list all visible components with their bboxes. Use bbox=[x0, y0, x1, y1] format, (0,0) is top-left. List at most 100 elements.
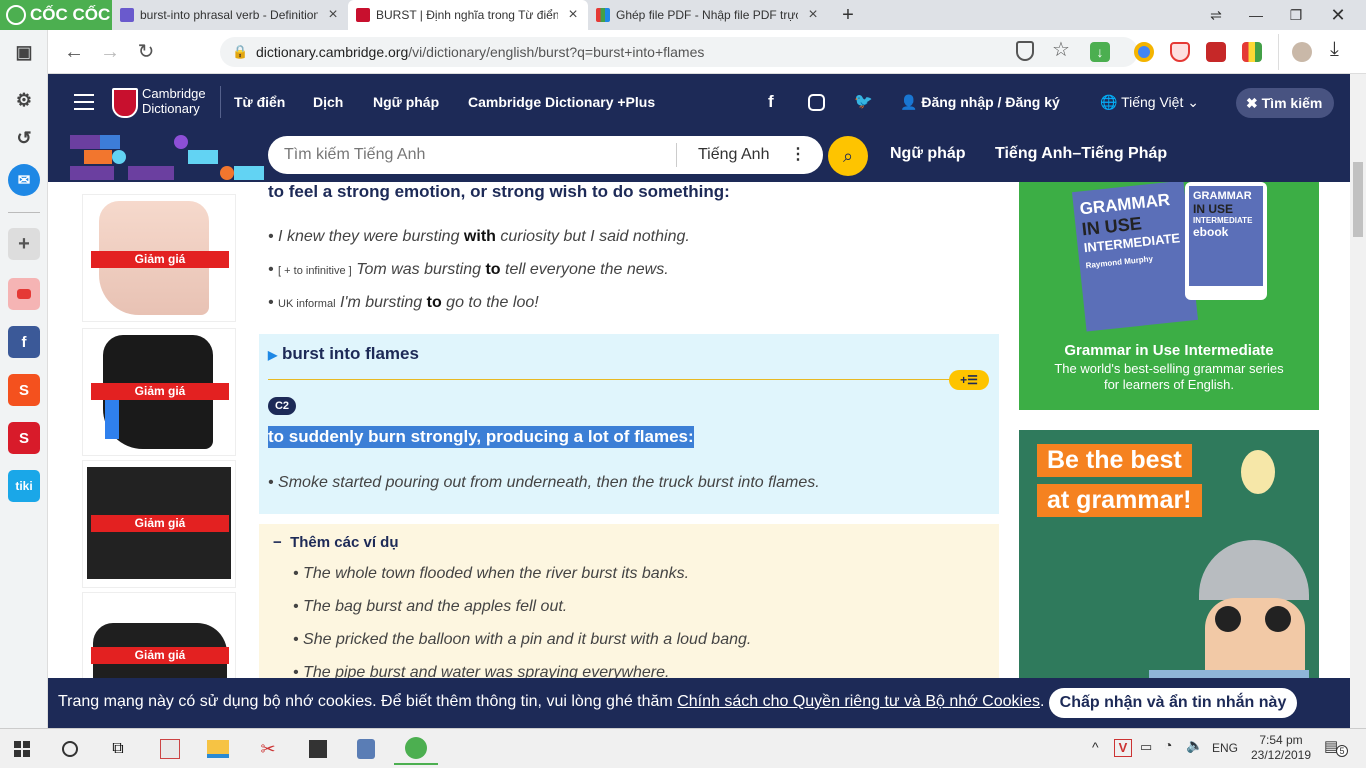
privacy-policy-link[interactable]: Chính sách cho Quyền riêng tư và Bộ nhớ … bbox=[677, 693, 1040, 710]
phrase-title[interactable]: ▶ burst into flames bbox=[268, 344, 419, 364]
sendo-icon[interactable]: S bbox=[8, 422, 40, 454]
download-icon[interactable]: ⤓ bbox=[1330, 38, 1339, 61]
search-box[interactable]: Tìm kiếm Tiếng Anh Tiếng Anh ⋮ bbox=[268, 136, 823, 174]
tab-burst-into-phrasal-verb[interactable]: burst-into phrasal verb - Definition × bbox=[112, 0, 348, 30]
grammar-banner-ad[interactable]: Be the best at grammar! bbox=[1019, 430, 1319, 678]
snipping-tool-icon[interactable]: ✂ bbox=[246, 733, 290, 765]
instagram-icon[interactable] bbox=[808, 94, 825, 111]
notification-icon[interactable]: ▤ 5 bbox=[1324, 737, 1348, 757]
user-icon: 👤 bbox=[900, 94, 922, 110]
shield-icon[interactable] bbox=[1016, 41, 1034, 61]
forward-icon[interactable]: → bbox=[92, 30, 128, 74]
shopee-icon[interactable]: S bbox=[8, 374, 40, 406]
shoe-ad-4[interactable]: Giảm giá bbox=[82, 592, 236, 678]
nav-dich[interactable]: Dịch bbox=[313, 74, 343, 130]
sidebar-toggle-icon[interactable]: ▣ bbox=[8, 36, 40, 68]
search-bar-row: Tìm kiếm Tiếng Anh Tiếng Anh ⋮ ⌕ Ngữ phá… bbox=[48, 130, 1350, 182]
search-input[interactable]: Tìm kiếm Tiếng Anh bbox=[284, 136, 425, 174]
colander-helmet bbox=[1199, 540, 1309, 600]
back-icon[interactable]: ← bbox=[56, 30, 92, 74]
network-icon[interactable]: ▭ bbox=[1140, 739, 1152, 755]
messenger-icon[interactable]: ✉ bbox=[8, 164, 40, 196]
more-options-icon[interactable]: ⋮ bbox=[790, 136, 806, 174]
close-window-icon[interactable]: ✕ bbox=[1318, 0, 1358, 30]
address-bar[interactable]: 🔒 dictionary.cambridge.org/vi/dictionary… bbox=[220, 37, 1138, 67]
scrollbar-thumb[interactable] bbox=[1353, 162, 1363, 237]
download-extension-icon[interactable]: ↓ bbox=[1090, 42, 1110, 62]
adblock-icon[interactable] bbox=[1170, 42, 1190, 62]
volume-icon[interactable]: 🔈 bbox=[1186, 737, 1203, 754]
chevron-up-icon[interactable]: ^ bbox=[1092, 739, 1099, 755]
clock[interactable]: 7:54 pm 23/12/2019 bbox=[1250, 733, 1312, 763]
more-examples-toggle[interactable]: − Thêm các ví dụ bbox=[273, 534, 398, 551]
grammar-book-ad[interactable]: GRAMMAR IN USE INTERMEDIATE Raymond Murp… bbox=[1019, 182, 1319, 410]
accept-cookies-button[interactable]: Chấp nhận và ẩn tin nhắn này bbox=[1049, 688, 1297, 718]
close-tab-icon[interactable]: × bbox=[804, 6, 822, 24]
sticky-notes-icon[interactable] bbox=[296, 733, 340, 765]
cambridge-shield-icon bbox=[112, 88, 138, 118]
phrase-example: • Smoke started pouring out from underne… bbox=[268, 474, 820, 491]
subnav-ngu-phap[interactable]: Ngữ pháp bbox=[890, 130, 966, 182]
shoe-ad-3[interactable]: Giảm giá bbox=[82, 460, 236, 588]
new-tab-button[interactable]: + bbox=[828, 0, 868, 30]
scrollbar[interactable] bbox=[1350, 74, 1366, 728]
more-example-4: • The pipe burst and water was spraying … bbox=[293, 664, 670, 678]
chrome-extension-icon[interactable] bbox=[1134, 42, 1154, 62]
search-toggle-button[interactable]: ✖ Tìm kiếm bbox=[1236, 88, 1334, 118]
youtube-icon[interactable] bbox=[8, 278, 40, 310]
hamburger-icon[interactable] bbox=[74, 94, 94, 110]
reload-icon[interactable]: ↻ bbox=[128, 30, 164, 74]
history-icon[interactable]: ↺ bbox=[8, 122, 40, 154]
tiki-icon[interactable]: tiki bbox=[8, 470, 40, 502]
nav-tu-dien[interactable]: Từ điển bbox=[234, 74, 285, 130]
windows-start-icon[interactable] bbox=[0, 733, 44, 765]
facebook-icon[interactable]: f bbox=[768, 74, 774, 130]
app-icon[interactable] bbox=[148, 733, 192, 765]
tab-menu-icon[interactable]: ⇌ bbox=[1196, 0, 1236, 30]
search-icon[interactable]: ⌕ bbox=[828, 136, 868, 176]
unikey-icon[interactable]: V bbox=[1114, 739, 1132, 757]
search-icon[interactable] bbox=[48, 733, 92, 765]
tab-burst-dictionary[interactable]: BURST | Định nghĩa trong Từ điển × bbox=[348, 0, 588, 30]
butterfly-icon bbox=[120, 8, 134, 22]
add-shortcut-icon[interactable]: + bbox=[8, 228, 40, 260]
maximize-icon[interactable]: ❐ bbox=[1276, 0, 1316, 30]
decor-block bbox=[100, 135, 120, 149]
goggle bbox=[1215, 606, 1241, 632]
minimize-icon[interactable]: — bbox=[1236, 0, 1276, 30]
shoe-ad-1[interactable]: Giảm giá bbox=[82, 194, 236, 322]
app-icon[interactable] bbox=[344, 733, 388, 765]
close-tab-icon[interactable]: × bbox=[564, 6, 582, 24]
banner-line-1: Be the best bbox=[1037, 444, 1192, 477]
tab-ghep-file-pdf[interactable]: Ghép file PDF - Nhập file PDF trực × bbox=[588, 0, 828, 30]
color-extension-icon[interactable] bbox=[1242, 42, 1262, 62]
coccoc-icon bbox=[6, 5, 26, 25]
shoe-ad-2[interactable]: Giảm giá bbox=[82, 328, 236, 456]
close-tab-icon[interactable]: × bbox=[324, 6, 342, 24]
avatar[interactable] bbox=[1292, 42, 1312, 62]
task-view-icon[interactable]: ⧉ bbox=[96, 733, 140, 765]
decor-block bbox=[234, 166, 264, 180]
coccoc-taskbar-icon[interactable] bbox=[394, 733, 438, 765]
pdf-extension-icon[interactable] bbox=[1206, 42, 1226, 62]
nav-dictionary-plus[interactable]: Cambridge Dictionary +Plus bbox=[468, 74, 655, 130]
more-example-1: • The whole town flooded when the river … bbox=[293, 565, 690, 582]
settings-gear-icon[interactable]: ⚙ bbox=[8, 84, 40, 116]
login-link[interactable]: 👤 Đăng nhập / Đăng ký bbox=[900, 74, 1060, 130]
file-explorer-icon[interactable] bbox=[196, 733, 240, 765]
coccoc-logo[interactable]: CỐC CỐC bbox=[0, 0, 112, 30]
example-2: • [ + to infinitive ] Tom was bursting t… bbox=[268, 261, 669, 278]
add-to-wordlist-button[interactable]: +☰ bbox=[949, 370, 989, 390]
language-selector[interactable]: 🌐 Tiếng Việt ⌄ bbox=[1100, 74, 1199, 130]
nav-ngu-phap[interactable]: Ngữ pháp bbox=[373, 74, 439, 130]
facebook-icon[interactable]: f bbox=[8, 326, 40, 358]
dictionary-select[interactable]: Tiếng Anh bbox=[698, 136, 769, 174]
lock-icon: 🔒 bbox=[232, 44, 249, 59]
bookmark-star-icon[interactable]: ☆ bbox=[1052, 37, 1070, 62]
twitter-icon[interactable]: 🐦 bbox=[854, 74, 873, 130]
site-logo[interactable]: Cambridge Dictionary bbox=[142, 86, 206, 116]
close-icon: ✖ bbox=[1246, 95, 1262, 111]
input-language[interactable]: ENG bbox=[1212, 741, 1238, 755]
wifi-icon[interactable]: ◔ bbox=[1164, 737, 1172, 753]
subnav-english-french[interactable]: Tiếng Anh–Tiếng Pháp bbox=[995, 130, 1167, 182]
